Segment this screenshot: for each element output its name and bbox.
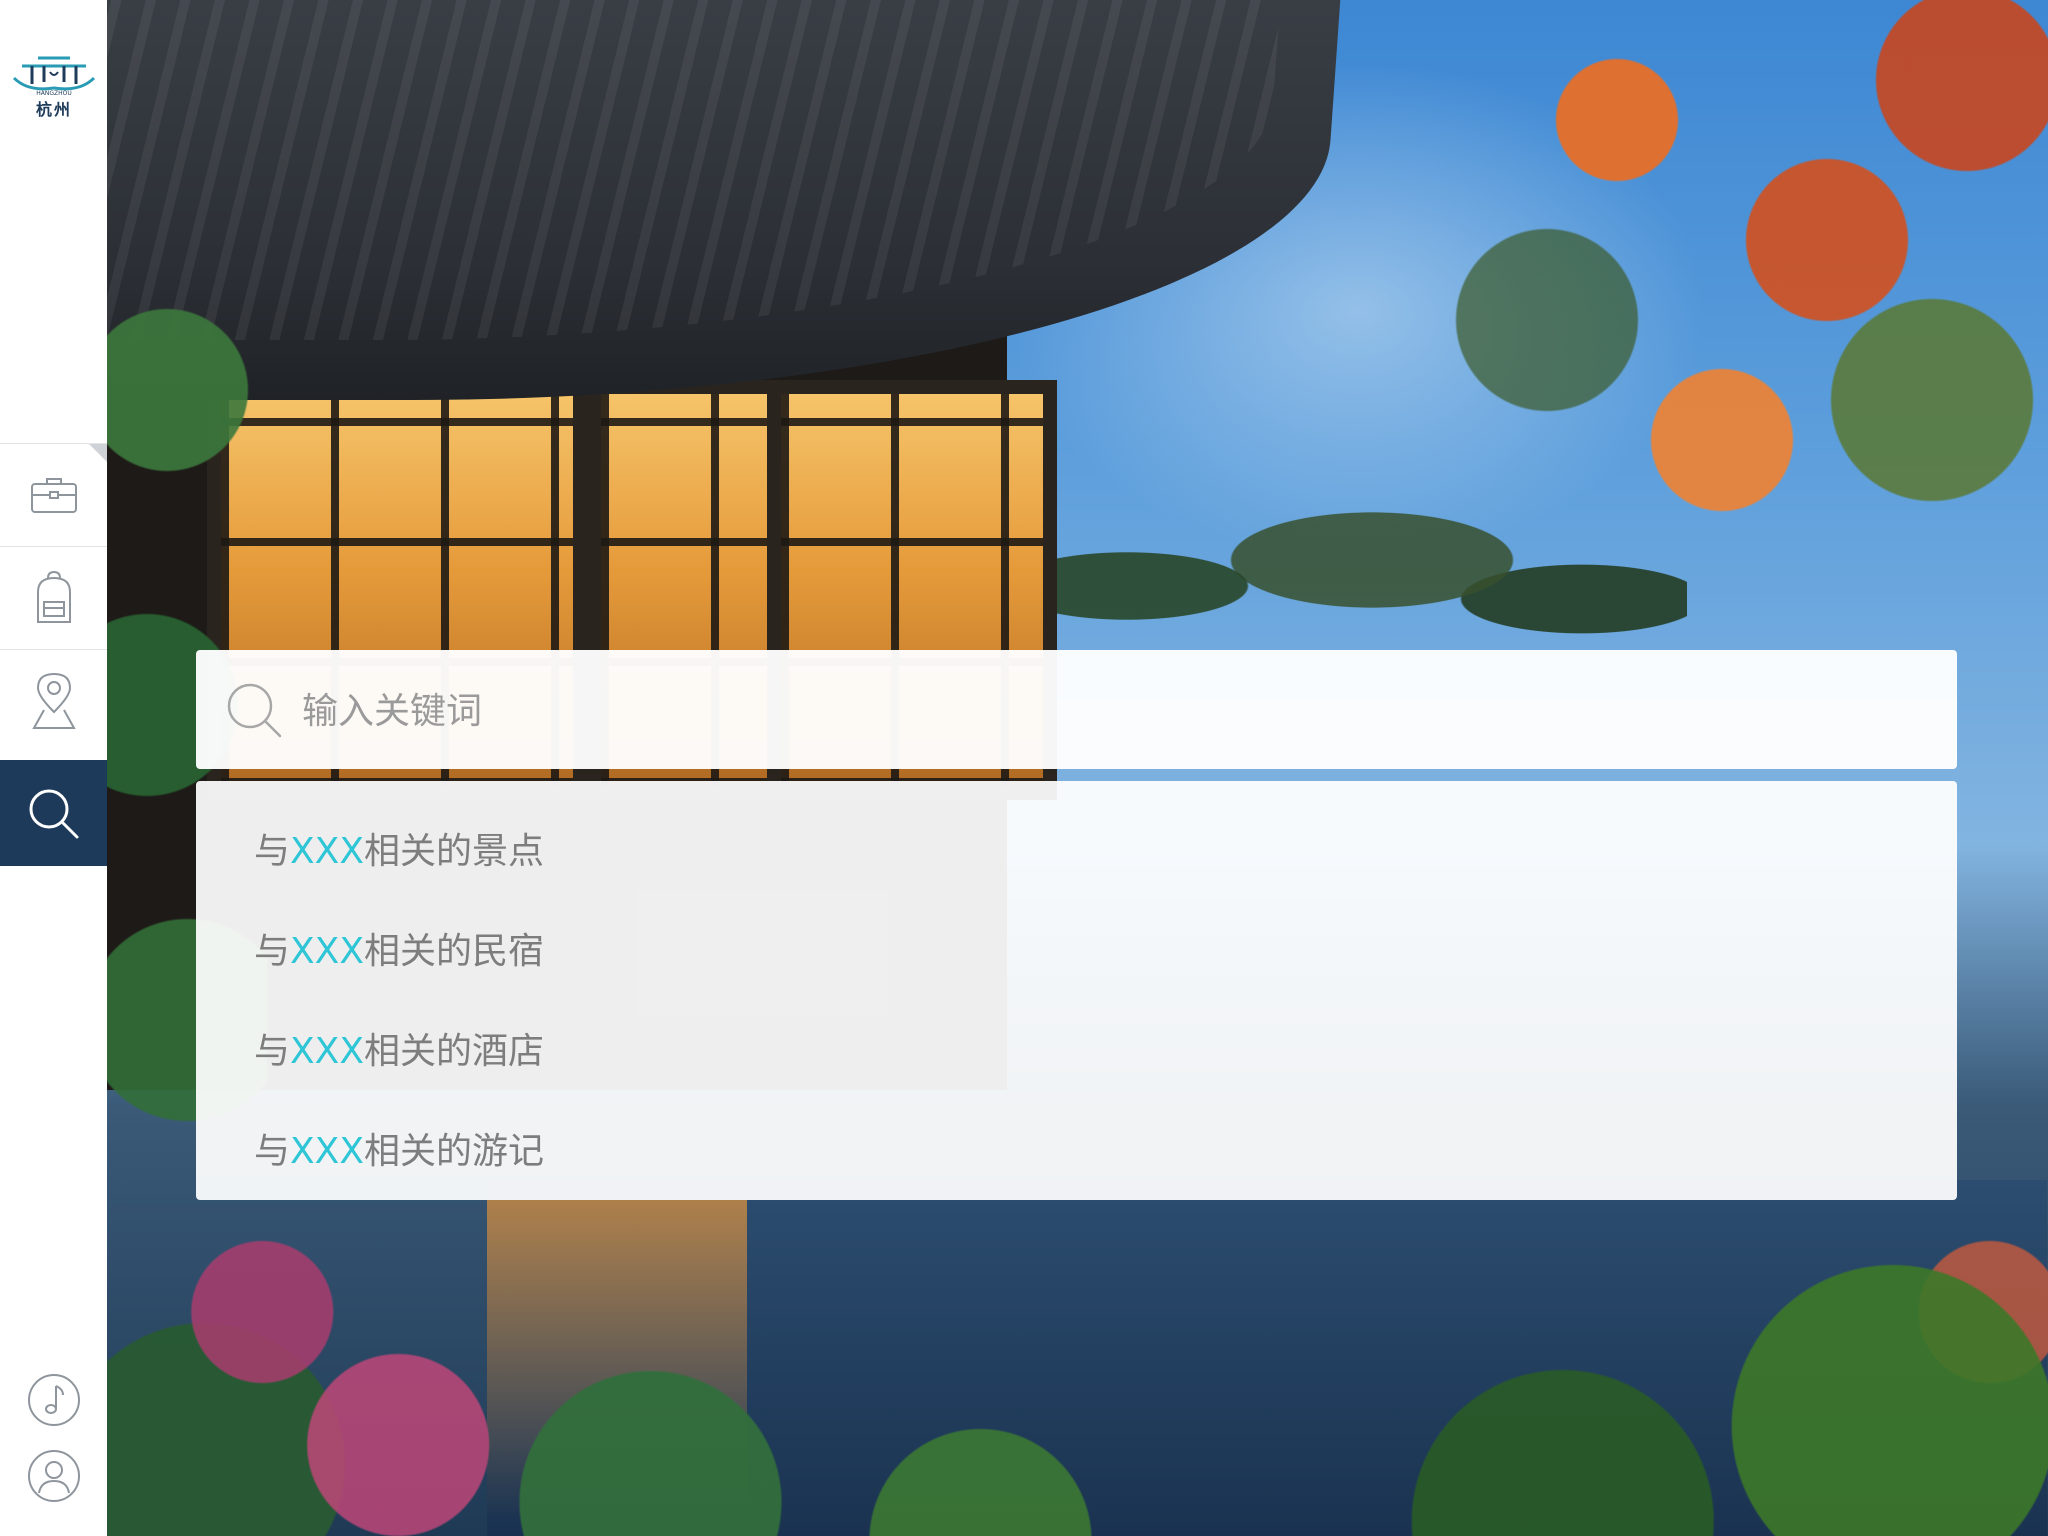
sidebar-item-search[interactable] <box>0 760 107 866</box>
suggestion-prefix: 与 <box>254 1131 291 1172</box>
suggestion-suffix: 相关的游记 <box>364 1131 545 1172</box>
suggestion-keyword: XXX <box>290 831 365 872</box>
pavilion-logo-icon: HANGZHOU <box>12 56 96 96</box>
profile-button[interactable] <box>27 1449 81 1503</box>
backpack-icon <box>36 570 71 623</box>
suggestion-item-homestays[interactable]: 与XXX相关的民宿 <box>254 922 544 982</box>
search-bar <box>196 650 1957 769</box>
suggestion-item-hotels[interactable]: 与XXX相关的酒店 <box>254 1022 544 1082</box>
suggestion-item-attractions[interactable]: 与XXX相关的景点 <box>254 822 544 882</box>
suggestion-suffix: 相关的景点 <box>364 831 545 872</box>
logo-text: 杭州 <box>35 100 72 119</box>
suggestion-keyword: XXX <box>290 1131 365 1172</box>
sidebar-item-backpack[interactable] <box>0 546 107 649</box>
suggestion-prefix: 与 <box>254 831 291 872</box>
user-icon <box>28 1450 80 1502</box>
search-icon <box>227 683 282 738</box>
suggestion-keyword: XXX <box>290 931 365 972</box>
app-logo[interactable]: HANGZHOU 杭州 <box>8 48 100 128</box>
search-input[interactable] <box>300 676 1904 746</box>
suggestion-prefix: 与 <box>254 931 291 972</box>
app-screen: HANGZHOU 杭州 输入关键词 与XXX相关的景点 与XXX相关的民宿 与X… <box>0 0 2048 1536</box>
search-icon <box>29 789 78 838</box>
music-button[interactable] <box>27 1373 81 1427</box>
map-pin-icon <box>31 672 76 729</box>
suggestion-suffix: 相关的酒店 <box>364 1031 545 1072</box>
sidebar: HANGZHOU 杭州 <box>0 0 107 1536</box>
sidebar-item-briefcase[interactable] <box>0 443 107 546</box>
search-field-icon <box>226 682 282 738</box>
suggestion-list: 与XXX相关的景点 与XXX相关的民宿 与XXX相关的酒店 与XXX相关的游记 <box>196 781 1957 1200</box>
suggestion-suffix: 相关的民宿 <box>364 931 545 972</box>
corner-mark <box>89 444 107 462</box>
music-note-icon <box>28 1374 80 1426</box>
briefcase-icon <box>30 478 77 513</box>
suggestion-prefix: 与 <box>254 1031 291 1072</box>
suggestion-item-travelogues[interactable]: 与XXX相关的游记 <box>254 1122 544 1182</box>
suggestion-keyword: XXX <box>290 1031 365 1072</box>
sidebar-item-location[interactable] <box>0 649 107 752</box>
